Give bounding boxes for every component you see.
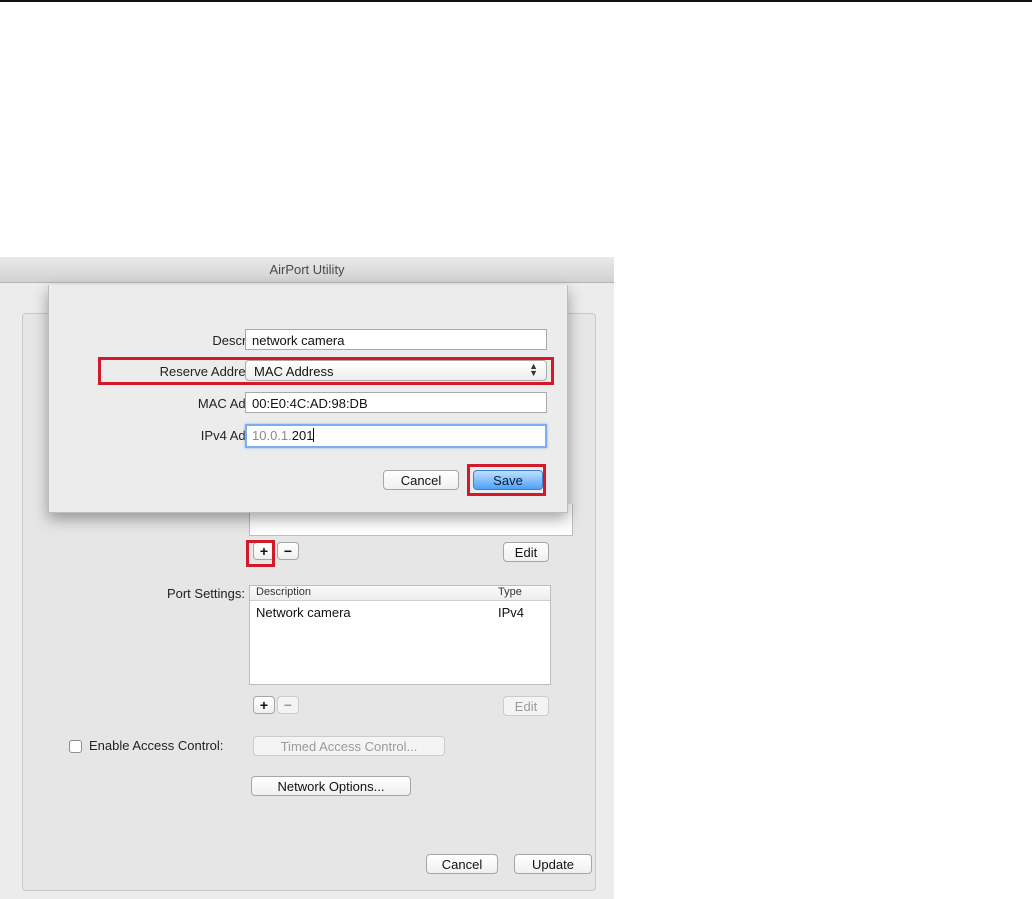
port-settings-label: Port Settings: (166, 586, 245, 601)
table-row[interactable]: Network camera IPv4 (250, 601, 550, 621)
ipv4-address-prefix: 10.0.1. (252, 428, 292, 443)
timed-access-control-button[interactable]: Timed Access Control... (253, 736, 445, 756)
enable-access-control-label: Enable Access Control: (89, 738, 224, 753)
port-row-type: IPv4 (498, 605, 525, 620)
top-rule (0, 0, 1032, 2)
port-settings-table[interactable]: Description Type Network camera IPv4 (249, 585, 551, 685)
update-button[interactable]: Update (514, 854, 592, 874)
remove-reservation-button[interactable]: − (277, 542, 299, 560)
edit-port-button[interactable]: Edit (503, 696, 549, 716)
add-port-button[interactable]: + (253, 696, 275, 714)
description-field[interactable]: network camera (245, 329, 547, 350)
ipv4-address-field[interactable]: 10.0.1.201 (245, 424, 547, 448)
network-options-button[interactable]: Network Options... (251, 776, 411, 796)
window-titlebar: AirPort Utility (0, 257, 614, 283)
column-header-type[interactable]: Type (498, 586, 522, 598)
edit-reservation-button[interactable]: Edit (503, 542, 549, 562)
window-title: AirPort Utility (269, 262, 345, 277)
highlight-add-button (246, 540, 275, 567)
column-header-description[interactable]: Description (256, 586, 311, 598)
cancel-button[interactable]: Cancel (426, 854, 498, 874)
highlight-save-button (467, 464, 546, 496)
enable-access-control-checkbox[interactable] (69, 740, 82, 753)
mac-address-field[interactable]: 00:E0:4C:AD:98:DB (245, 392, 547, 413)
remove-port-button[interactable]: − (277, 696, 299, 714)
text-cursor (313, 428, 315, 442)
sheet-cancel-button[interactable]: Cancel (383, 470, 459, 490)
port-row-description: Network camera (256, 605, 351, 620)
highlight-reserve-address (98, 357, 554, 385)
port-settings-header: Description Type (250, 586, 550, 601)
ipv4-address-suffix: 201 (291, 428, 314, 443)
